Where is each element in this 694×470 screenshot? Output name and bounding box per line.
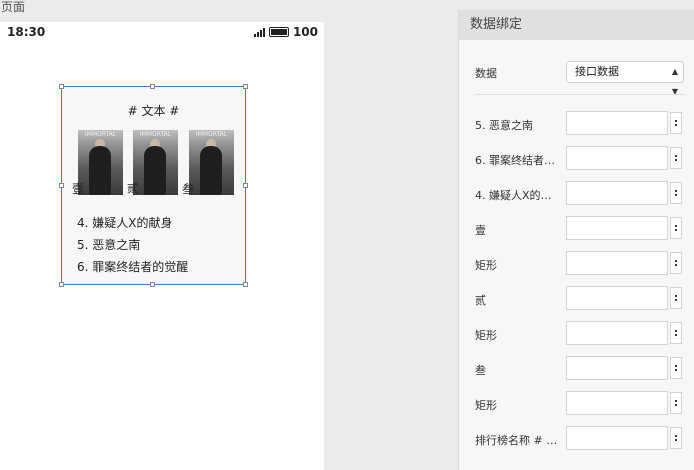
panel-title: 数据绑定 [459,10,694,40]
more-options-button[interactable]: : [670,322,682,344]
binding-label: 6. 罪案终结者… [475,154,555,167]
resize-handle-w[interactable] [59,183,64,188]
binding-label: 4. 嫌疑人X的… [475,189,552,202]
status-time: 18:30 [7,25,46,39]
binding-label: 矩形 [475,399,497,412]
resize-handle-n[interactable] [150,84,155,89]
binding-field[interactable] [566,146,668,170]
binding-row: 矩形 : [475,251,685,277]
binding-field[interactable] [566,391,668,415]
binding-label: 5. 恶意之南 [475,119,533,132]
more-options-button[interactable]: : [670,182,682,204]
binding-field[interactable] [566,286,668,310]
binding-row: 5. 恶意之南 : [475,111,685,137]
resize-handle-s[interactable] [150,282,155,287]
battery-level: 100 [292,25,318,39]
ranking-title: # 文本 # [127,104,180,118]
binding-field[interactable] [566,181,668,205]
binding-field[interactable] [566,216,668,240]
resize-handle-sw[interactable] [59,282,64,287]
panel-divider [475,94,685,95]
poster-caption: IMMORTAL [84,131,117,138]
binding-row: 贰 : [475,286,685,312]
binding-field[interactable] [566,111,668,135]
phone-canvas[interactable]: 18:30 100 # 文本 # IMMORTAL IMMORTAL IMMOR… [0,22,324,470]
binding-row: 4. 嫌疑人X的… : [475,181,685,207]
more-options-button[interactable]: : [670,217,682,239]
binding-field[interactable] [566,426,668,450]
status-bar: 18:30 100 [0,22,324,44]
battery-icon [268,27,289,37]
resize-handle-ne[interactable] [243,84,248,89]
data-label: 数据 [475,67,497,80]
resize-handle-se[interactable] [243,282,248,287]
list-item: 5. 恶意之南 [77,238,141,252]
page-label: 页面 [1,0,26,14]
movie-poster-1: IMMORTAL [78,130,123,195]
poster-figure [144,146,166,195]
data-source-value: 接口数据 [575,65,619,78]
select-arrows-icon: ▲ ▼ [671,67,678,96]
binding-label: 矩形 [475,329,497,342]
binding-field[interactable] [566,356,668,380]
signal-icon [253,27,265,37]
binding-row: 壹 : [475,216,685,242]
rank-label-2: 贰 [127,182,138,195]
binding-field[interactable] [566,251,668,275]
ranking-list: 4. 嫌疑人X的献身 5. 恶意之南 6. 罪案终结者的觉醒 [77,212,188,278]
more-options-button[interactable]: : [670,427,682,449]
more-options-button[interactable]: : [670,392,682,414]
list-item: 6. 罪案终结者的觉醒 [77,260,189,274]
rank-label-1: 壹 [72,182,85,196]
binding-row: 叁 : [475,356,685,382]
more-options-button[interactable]: : [670,112,682,134]
binding-label: 排行榜名称 # … [475,434,558,447]
binding-row: 6. 罪案终结者… : [475,146,685,172]
binding-label: 叁 [475,364,486,377]
poster-figure [200,146,222,195]
movie-poster-2: IMMORTAL [133,130,178,195]
binding-row: 排行榜名称 # … : [475,426,685,452]
more-options-button[interactable]: : [670,252,682,274]
data-source-select[interactable]: 接口数据 ▲ ▼ [566,61,684,96]
binding-row: 矩形 : [475,321,685,347]
binding-label: 矩形 [475,259,497,272]
selected-component[interactable]: # 文本 # IMMORTAL IMMORTAL IMMORTAL 壹 贰 叁 … [59,84,248,287]
workspace-gap [324,0,458,470]
resize-handle-e[interactable] [243,183,248,188]
movie-poster-3: IMMORTAL [189,130,234,195]
poster-figure [89,146,111,195]
resize-handle-nw[interactable] [59,84,64,89]
binding-row: 矩形 : [475,391,685,417]
rank-label-3: 叁 [182,182,195,196]
binding-field[interactable] [566,321,668,345]
poster-caption: IMMORTAL [195,131,228,138]
poster-caption: IMMORTAL [139,131,172,138]
more-options-button[interactable]: : [670,357,682,379]
more-options-button[interactable]: : [670,147,682,169]
more-options-button[interactable]: : [670,287,682,309]
binding-label: 贰 [475,294,486,307]
binding-label: 壹 [475,224,486,237]
data-binding-panel: 数据绑定 数据 接口数据 ▲ ▼ 5. 恶意之南 : 6. 罪案终结者… : 4.… [458,10,694,470]
list-item: 4. 嫌疑人X的献身 [77,216,173,230]
